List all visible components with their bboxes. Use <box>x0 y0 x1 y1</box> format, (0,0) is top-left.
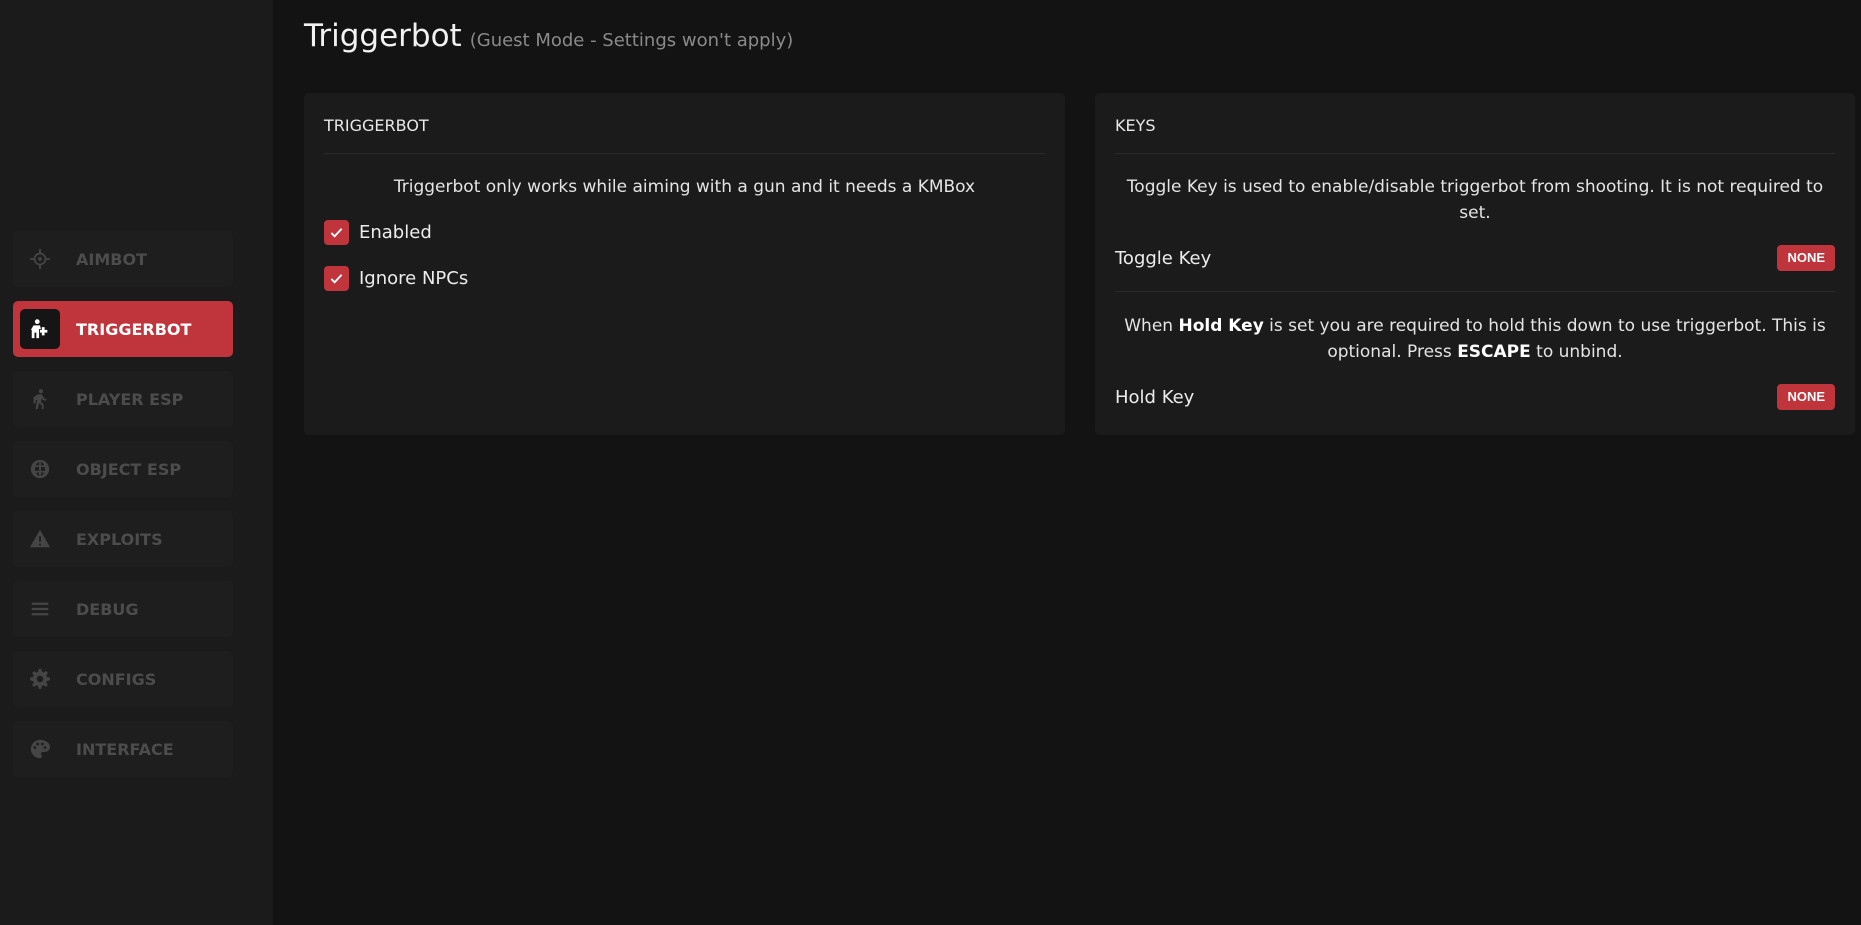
toggle-key-label: Toggle Key <box>1115 247 1212 269</box>
ignore-npcs-label: Ignore NPCs <box>359 267 469 289</box>
card-title: TRIGGERBOT <box>324 93 1045 154</box>
sidebar-item-label: AIMBOT <box>76 249 147 269</box>
gear-icon <box>20 659 60 699</box>
sidebar-item-debug[interactable]: DEBUG <box>13 581 233 637</box>
sidebar-item-exploits[interactable]: EXPLOITS <box>13 511 233 567</box>
enabled-option: Enabled <box>324 219 1045 245</box>
sidebar-item-label: TRIGGERBOT <box>76 319 192 339</box>
desc-text: to unbind. <box>1530 342 1623 362</box>
enabled-label: Enabled <box>359 221 432 243</box>
sidebar-item-label: EXPLOITS <box>76 529 163 549</box>
list-icon <box>20 589 60 629</box>
enabled-checkbox[interactable] <box>324 219 349 245</box>
sidebar-item-label: PLAYER ESP <box>76 389 184 409</box>
globe-icon <box>20 449 60 489</box>
desc-strong-hold-key: Hold Key <box>1178 316 1264 336</box>
sidebar-item-label: DEBUG <box>76 599 139 619</box>
hold-key-row: Hold Key NONE <box>1115 382 1835 412</box>
hold-key-label: Hold Key <box>1115 386 1195 408</box>
page-header: Triggerbot (Guest Mode - Settings won't … <box>304 18 793 62</box>
palette-icon <box>20 729 60 769</box>
check-icon <box>330 227 343 238</box>
toggle-key-bind-button[interactable]: NONE <box>1777 245 1835 271</box>
triggerbot-card: TRIGGERBOT Triggerbot only works while a… <box>304 93 1065 435</box>
card-description: Triggerbot only works while aiming with … <box>393 177 976 197</box>
triggerbot-icon <box>20 309 60 349</box>
toggle-key-description: Toggle Key is used to enable/disable tri… <box>1126 177 1824 223</box>
sidebar-item-triggerbot[interactable]: TRIGGERBOT <box>13 301 233 357</box>
sidebar-item-object-esp[interactable]: OBJECT ESP <box>13 441 233 497</box>
app-window: AIMBOT TRIGGERBOT PLAYER ESP OBJECT ESP <box>0 0 1861 925</box>
warning-icon <box>20 519 60 559</box>
sidebar-item-interface[interactable]: INTERFACE <box>13 721 233 777</box>
sidebar-item-player-esp[interactable]: PLAYER ESP <box>13 371 233 427</box>
sidebar-item-configs[interactable]: CONFIGS <box>13 651 233 707</box>
card-title: KEYS <box>1115 93 1835 154</box>
keys-card: KEYS Toggle Key is used to enable/disabl… <box>1095 93 1855 435</box>
sidebar-item-label: INTERFACE <box>76 739 174 759</box>
sidebar-nav: AIMBOT TRIGGERBOT PLAYER ESP OBJECT ESP <box>13 231 233 791</box>
walking-person-icon <box>20 379 60 419</box>
sidebar-item-aimbot[interactable]: AIMBOT <box>13 231 233 287</box>
crosshair-icon <box>20 239 60 279</box>
ignore-npcs-checkbox[interactable] <box>324 265 349 291</box>
divider <box>1115 291 1835 292</box>
desc-text: When <box>1124 316 1179 336</box>
sidebar-item-label: OBJECT ESP <box>76 459 182 479</box>
hold-key-description: When Hold Key is set you are required to… <box>1115 313 1835 365</box>
toggle-key-row: Toggle Key NONE <box>1115 243 1835 273</box>
sidebar-item-label: CONFIGS <box>76 669 157 689</box>
sidebar: AIMBOT TRIGGERBOT PLAYER ESP OBJECT ESP <box>0 0 273 925</box>
hold-key-bind-button[interactable]: NONE <box>1777 384 1835 410</box>
desc-strong-escape: ESCAPE <box>1457 342 1531 362</box>
check-icon <box>330 273 343 284</box>
page-subtitle: (Guest Mode - Settings won't apply) <box>469 30 794 51</box>
page-title: Triggerbot <box>304 18 462 54</box>
ignore-npcs-option: Ignore NPCs <box>324 265 1045 291</box>
